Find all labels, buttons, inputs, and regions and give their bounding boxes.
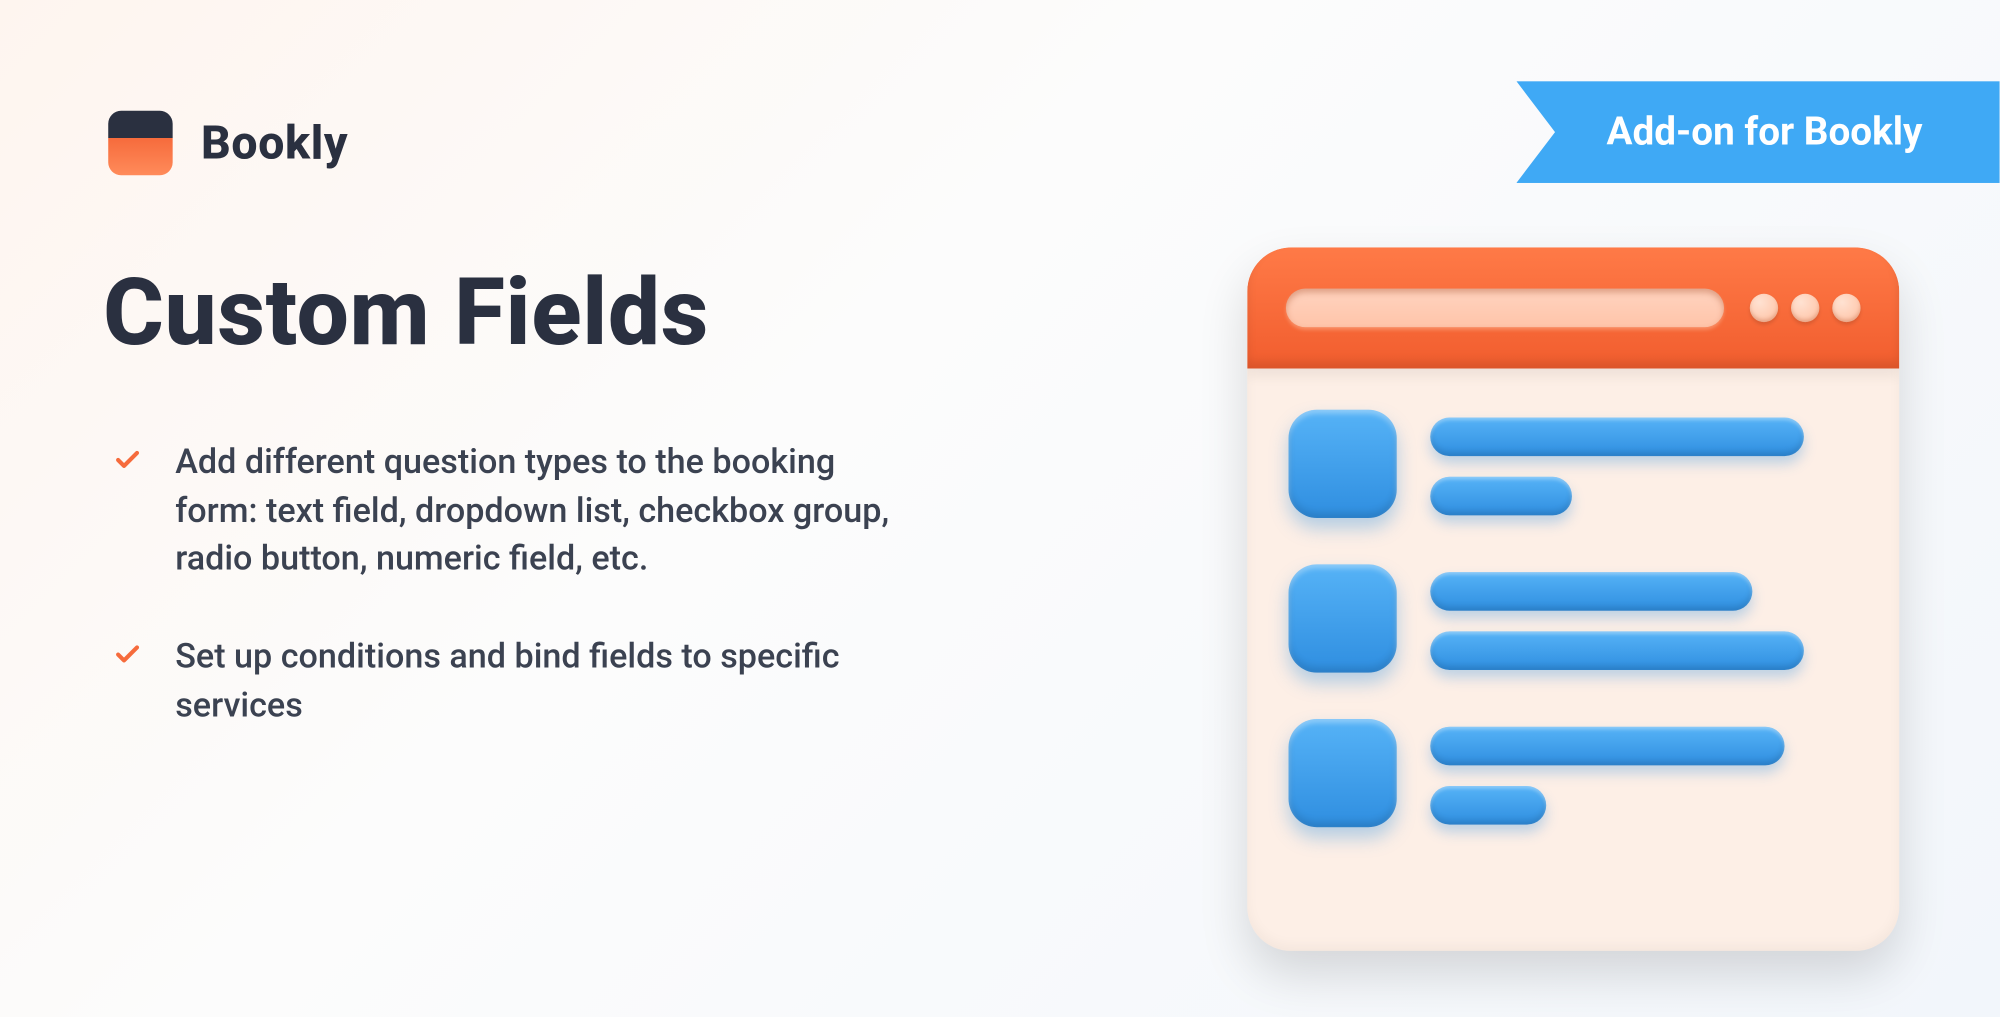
field-row <box>1289 410 1859 518</box>
field-row <box>1289 564 1859 672</box>
field-line <box>1430 572 1752 611</box>
field-line <box>1430 477 1572 516</box>
browser-window-illustration <box>1247 247 1899 951</box>
feature-text: Add different question types to the book… <box>175 438 912 583</box>
field-line <box>1430 631 1804 670</box>
field-row <box>1289 719 1859 827</box>
window-dot-icon <box>1791 294 1819 322</box>
feature-item: Add different question types to the book… <box>113 438 912 583</box>
window-dot-icon <box>1750 294 1778 322</box>
brand-name: Bookly <box>201 116 348 170</box>
window-controls <box>1750 294 1861 322</box>
url-bar-icon <box>1286 289 1724 328</box>
field-line <box>1430 417 1804 456</box>
field-line <box>1430 727 1784 766</box>
feature-list: Add different question types to the book… <box>113 438 912 778</box>
field-icon <box>1289 410 1397 518</box>
feature-text: Set up conditions and bind fields to spe… <box>175 632 912 729</box>
field-icon <box>1289 564 1397 672</box>
window-body <box>1247 369 1899 915</box>
addon-ribbon: Add-on for Bookly <box>1516 81 1999 183</box>
window-dot-icon <box>1832 294 1860 322</box>
brand-logo: Bookly <box>108 111 348 175</box>
field-icon <box>1289 719 1397 827</box>
feature-item: Set up conditions and bind fields to spe… <box>113 632 912 729</box>
check-icon <box>113 446 141 474</box>
check-icon <box>113 640 141 668</box>
ribbon-label: Add-on for Bookly <box>1607 110 1923 155</box>
page-title: Custom Fields <box>103 258 709 368</box>
field-line <box>1430 786 1546 825</box>
bookly-logo-icon <box>108 111 172 175</box>
window-header <box>1247 247 1899 368</box>
